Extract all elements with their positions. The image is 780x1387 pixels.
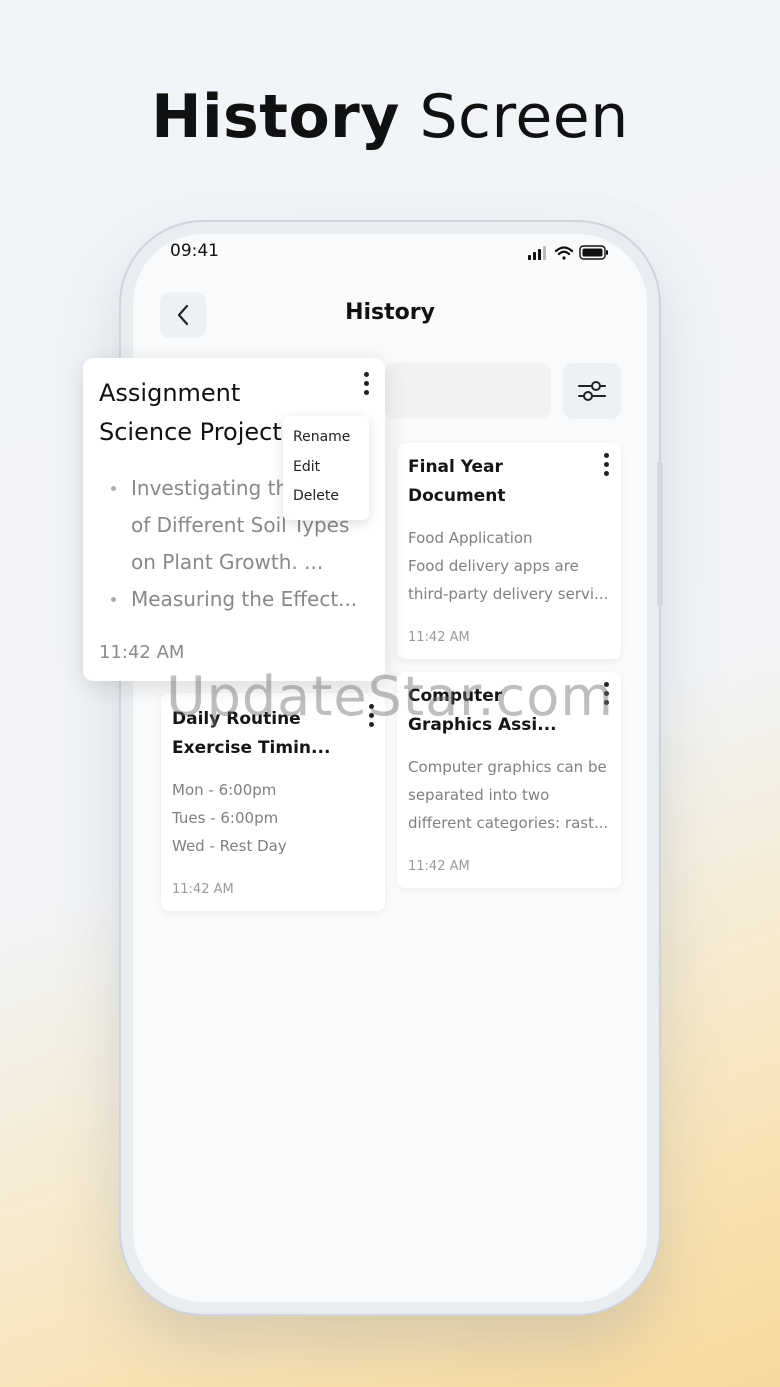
status-icons (528, 245, 608, 260)
card-preview: Computer graphics can be separated into … (408, 753, 608, 837)
filter-sliders-icon (578, 381, 606, 401)
card-preview-line: different categories: rast... (408, 814, 609, 832)
card-preview: Food Application Food delivery apps are … (408, 524, 608, 608)
card-preview-line: Food Application (408, 529, 533, 547)
card-title: Final Year Document (408, 453, 505, 511)
card-preview-line: Food delivery apps are (408, 557, 579, 575)
screen-title: History (345, 300, 435, 325)
phone-side-button (657, 462, 663, 606)
card-title-line: Computer (408, 686, 503, 706)
card-preview-line: third-party delivery servi... (408, 585, 609, 603)
history-card-final-year[interactable]: Final Year Document Food Application Foo… (397, 443, 621, 659)
signal-icon (528, 246, 546, 260)
menu-item-rename[interactable]: Rename (283, 425, 369, 455)
expanded-card-timestamp: 11:42 AM (99, 642, 185, 663)
expanded-title-line: Science Project (99, 418, 282, 446)
menu-item-edit[interactable]: Edit (283, 455, 369, 485)
kebab-menu-icon[interactable] (361, 372, 371, 400)
status-time: 09:41 (170, 241, 219, 261)
back-button[interactable] (160, 292, 206, 338)
card-title-line: Final Year (408, 457, 503, 477)
headline-bold: History (151, 82, 400, 152)
bullet-item: Measuring the Effect... (109, 581, 369, 618)
card-timestamp: 11:42 AM (408, 630, 470, 645)
card-title: Computer Graphics Assi... (408, 682, 557, 740)
context-menu: Rename Edit Delete (283, 416, 369, 520)
expanded-title-line: Assignment (99, 379, 241, 407)
card-title: Daily Routine Exercise Timin... (172, 705, 330, 763)
history-card-daily-routine[interactable]: Daily Routine Exercise Timin... Mon - 6:… (161, 693, 385, 911)
card-timestamp: 11:42 AM (408, 859, 470, 874)
promo-headline: History Screen (0, 82, 780, 152)
card-preview: Mon - 6:00pm Tues - 6:00pm Wed - Rest Da… (172, 776, 287, 860)
bullet-item-continued: on Plant Growth. ... (131, 550, 324, 574)
card-preview-line: Mon - 6:00pm (172, 781, 277, 799)
card-title-line: Exercise Timin... (172, 738, 331, 758)
kebab-menu-icon[interactable] (601, 453, 611, 481)
wifi-icon (554, 246, 574, 260)
card-timestamp: 11:42 AM (172, 882, 234, 897)
headline-light: Screen (419, 82, 629, 152)
expanded-card-title: Assignment Science Project (99, 374, 282, 452)
history-card-computer-graphics[interactable]: Computer Graphics Assi... Computer graph… (397, 672, 621, 888)
battery-icon (579, 245, 608, 260)
card-preview-line: Tues - 6:00pm (172, 809, 279, 827)
kebab-menu-icon[interactable] (601, 682, 611, 710)
menu-item-delete[interactable]: Delete (283, 484, 369, 514)
kebab-menu-icon[interactable] (366, 704, 376, 732)
card-preview-line: Computer graphics can be (408, 758, 607, 776)
search-input[interactable] (385, 363, 551, 419)
card-title-line: Document (408, 486, 506, 506)
card-preview-line: Wed - Rest Day (172, 837, 287, 855)
back-chevron-icon (177, 304, 189, 326)
card-title-line: Daily Routine (172, 709, 301, 729)
card-preview-line: separated into two (408, 786, 550, 804)
filter-button[interactable] (563, 363, 621, 419)
card-title-line: Graphics Assi... (408, 715, 557, 735)
